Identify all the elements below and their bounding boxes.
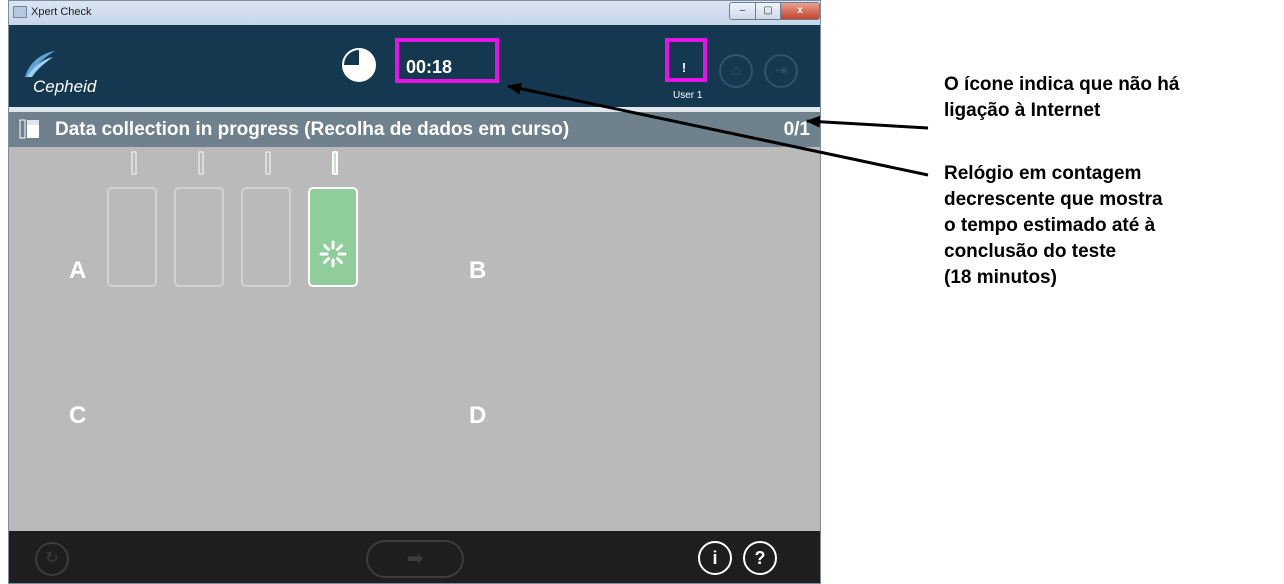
internet-arrow bbox=[806, 115, 929, 130]
clock-annotation-line-5: (18 minutos) bbox=[944, 267, 1057, 288]
clock-annotation: Relógio em contagem decrescente que most… bbox=[944, 161, 1163, 291]
clock-annotation-line-4: conclusão do teste bbox=[944, 241, 1117, 262]
internet-annotation-line-2: ligação à Internet bbox=[944, 100, 1101, 121]
clock-arrow bbox=[507, 82, 929, 177]
internet-annotation-line-1: O ícone indica que não há bbox=[944, 74, 1180, 95]
clock-annotation-line-3: o tempo estimado até à bbox=[944, 215, 1156, 236]
clock-annotation-line-1: Relógio em contagem bbox=[944, 163, 1142, 184]
internet-annotation: O ícone indica que não há ligação à Inte… bbox=[944, 72, 1179, 124]
clock-annotation-line-2: decrescente que mostra bbox=[944, 189, 1163, 210]
